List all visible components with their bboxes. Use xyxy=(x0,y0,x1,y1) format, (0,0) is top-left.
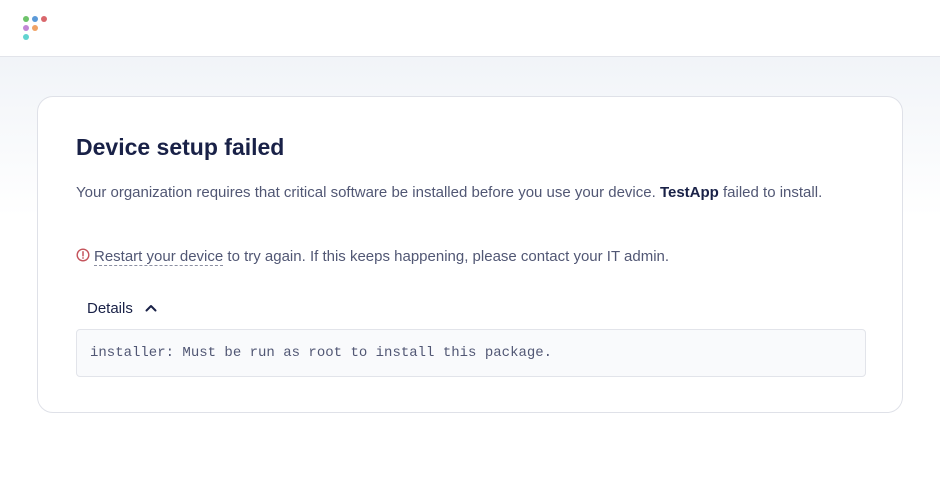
failed-app-name: TestApp xyxy=(659,184,719,201)
details-toggle-button[interactable]: Details xyxy=(87,297,158,319)
description-text-end: failed to install. xyxy=(718,184,823,201)
top-bar xyxy=(0,0,940,57)
details-label: Details xyxy=(87,299,133,317)
restart-device-link[interactable]: Restart your device xyxy=(94,248,224,266)
restart-instructions: Restart your device to try again. If thi… xyxy=(76,245,856,268)
page-title: Device setup failed xyxy=(76,134,285,160)
logo-dot xyxy=(23,25,29,31)
description-text: Your organization requires that critical… xyxy=(76,184,660,201)
failure-description: Your organization requires that critical… xyxy=(76,181,856,204)
exclamation-circle-icon xyxy=(76,248,90,262)
logo-dot xyxy=(41,16,47,22)
page-content: Device setup failed Your organization re… xyxy=(0,57,940,490)
restart-instructions-text: to try again. If this keeps happening, p… xyxy=(223,248,670,265)
logo-dot xyxy=(23,34,29,40)
logo-dot xyxy=(23,16,29,22)
setup-failed-card: Device setup failed Your organization re… xyxy=(37,96,903,413)
chevron-up-icon xyxy=(145,305,157,312)
logo-dot xyxy=(32,16,38,22)
logo-dot xyxy=(32,25,38,31)
details-output: installer: Must be run as root to instal… xyxy=(76,329,866,377)
error-message: installer: Must be run as root to instal… xyxy=(90,345,553,361)
app-logo[interactable] xyxy=(22,15,48,41)
